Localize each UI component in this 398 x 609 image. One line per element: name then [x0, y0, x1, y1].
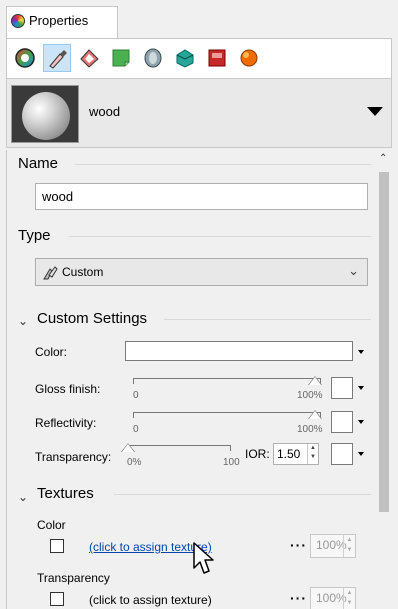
color-wheel-icon — [15, 48, 35, 68]
environment-icon — [144, 48, 162, 68]
material-preview — [11, 85, 79, 143]
type-select-value: Custom — [62, 265, 104, 279]
color-swatch[interactable] — [125, 341, 353, 361]
material-brush-icon — [49, 50, 67, 69]
scroll-thumb[interactable] — [379, 172, 389, 512]
transparency-max-label: 100 — [223, 457, 240, 468]
reflectivity-slider[interactable] — [133, 412, 321, 418]
reflectivity-label: Reflectivity: — [35, 416, 97, 430]
texture-transparency-label: Transparency — [37, 571, 110, 585]
texture-transparency-checkbox[interactable] — [50, 592, 64, 606]
textures-section-title[interactable]: Textures — [37, 485, 94, 502]
reflectivity-max-label: 100% — [297, 424, 323, 435]
divider — [75, 164, 371, 165]
transparency-menu-arrow-icon[interactable] — [358, 452, 364, 456]
textures-collapse-chevron-icon[interactable]: ⌄ — [18, 490, 28, 504]
color-menu-arrow-icon[interactable] — [358, 350, 364, 354]
gloss-slider-knob-fill — [309, 377, 321, 385]
collapse-chevron-icon[interactable]: ⌄ — [18, 314, 28, 328]
panel-scrollbar[interactable]: ⌃ — [376, 150, 392, 609]
tab-bar: Properties — [0, 0, 398, 38]
reflectivity-slider-knob-fill — [309, 411, 321, 419]
render-button[interactable] — [203, 44, 231, 72]
material-dropdown-arrow-icon[interactable] — [367, 107, 383, 116]
gloss-slider[interactable] — [133, 378, 321, 384]
environment-button[interactable] — [139, 44, 167, 72]
divider — [114, 494, 371, 495]
divider — [69, 236, 371, 237]
sun-icon — [208, 49, 226, 67]
gloss-swatch[interactable] — [331, 377, 353, 399]
type-select[interactable]: Custom ⌄ — [35, 258, 368, 286]
color-label: Color: — [35, 345, 68, 359]
preview-sphere — [22, 92, 70, 140]
ior-label: IOR: — [245, 447, 270, 461]
divider — [164, 319, 371, 320]
transparency-slider-knob-fill — [122, 444, 134, 452]
amount-spin-arrows-icon[interactable]: ▲ ▼ — [343, 535, 355, 557]
tab-properties[interactable]: Properties — [6, 6, 118, 38]
gloss-min-label: 0 — [133, 390, 139, 401]
gloss-label: Gloss finish: — [35, 382, 101, 396]
decal-icon — [112, 49, 130, 67]
chevron-down-icon: ⌄ — [348, 263, 359, 278]
material-button[interactable] — [43, 44, 71, 72]
assign-transparency-texture-link[interactable]: (click to assign texture) — [89, 593, 212, 607]
amount-spin-arrows-icon[interactable]: ▲ ▼ — [343, 588, 355, 609]
reflectivity-min-label: 0 — [133, 424, 139, 435]
properties-icon — [11, 14, 25, 28]
texture-transparency-more-icon[interactable]: ··· — [290, 590, 307, 606]
transparency-swatch[interactable] — [331, 443, 353, 465]
reflectivity-menu-arrow-icon[interactable] — [358, 420, 364, 424]
ior-stepper[interactable]: 1.50 ▲ ▼ — [273, 443, 319, 465]
name-input[interactable]: wood — [35, 183, 368, 210]
gloss-menu-arrow-icon[interactable] — [358, 386, 364, 390]
curve-piping-button[interactable] — [171, 44, 199, 72]
camera-icon — [240, 49, 258, 67]
texture-color-amount[interactable]: 100% ▲ ▼ — [310, 534, 356, 558]
transparency-min-label: 0% — [127, 457, 142, 468]
gloss-max-label: 100% — [297, 390, 323, 401]
texture-mapping-button[interactable] — [75, 44, 103, 72]
scroll-up-icon[interactable]: ⌃ — [379, 153, 387, 164]
texture-color-label: Color — [37, 518, 66, 532]
material-header[interactable]: wood — [6, 78, 392, 148]
tab-label: Properties — [29, 13, 89, 28]
ior-spin-arrows-icon[interactable]: ▲ ▼ — [307, 444, 318, 464]
transparency-slider[interactable] — [127, 445, 231, 451]
texture-color-more-icon[interactable]: ··· — [290, 537, 307, 553]
texture-mapping-icon — [80, 49, 99, 68]
object-properties-button[interactable] — [11, 44, 39, 72]
custom-material-icon — [43, 266, 58, 280]
material-name: wood — [89, 104, 121, 119]
shadow-button[interactable] — [235, 44, 263, 72]
ior-value: 1.50 — [277, 447, 301, 461]
decal-button[interactable] — [107, 44, 135, 72]
layer-icon — [176, 49, 194, 68]
type-section-title: Type — [18, 227, 51, 244]
mouse-cursor-icon — [193, 542, 214, 574]
material-settings-panel: Name wood Type Custom ⌄ ⌄ Custom Setting… — [6, 150, 392, 609]
texture-color-checkbox[interactable] — [50, 539, 64, 553]
custom-settings-title[interactable]: Custom Settings — [37, 310, 147, 327]
name-section-title: Name — [18, 155, 59, 172]
reflectivity-swatch[interactable] — [331, 411, 353, 433]
transparency-label: Transparency: — [35, 450, 112, 464]
texture-transparency-amount[interactable]: 100% ▲ ▼ — [310, 587, 356, 609]
properties-toolbar — [6, 38, 392, 78]
